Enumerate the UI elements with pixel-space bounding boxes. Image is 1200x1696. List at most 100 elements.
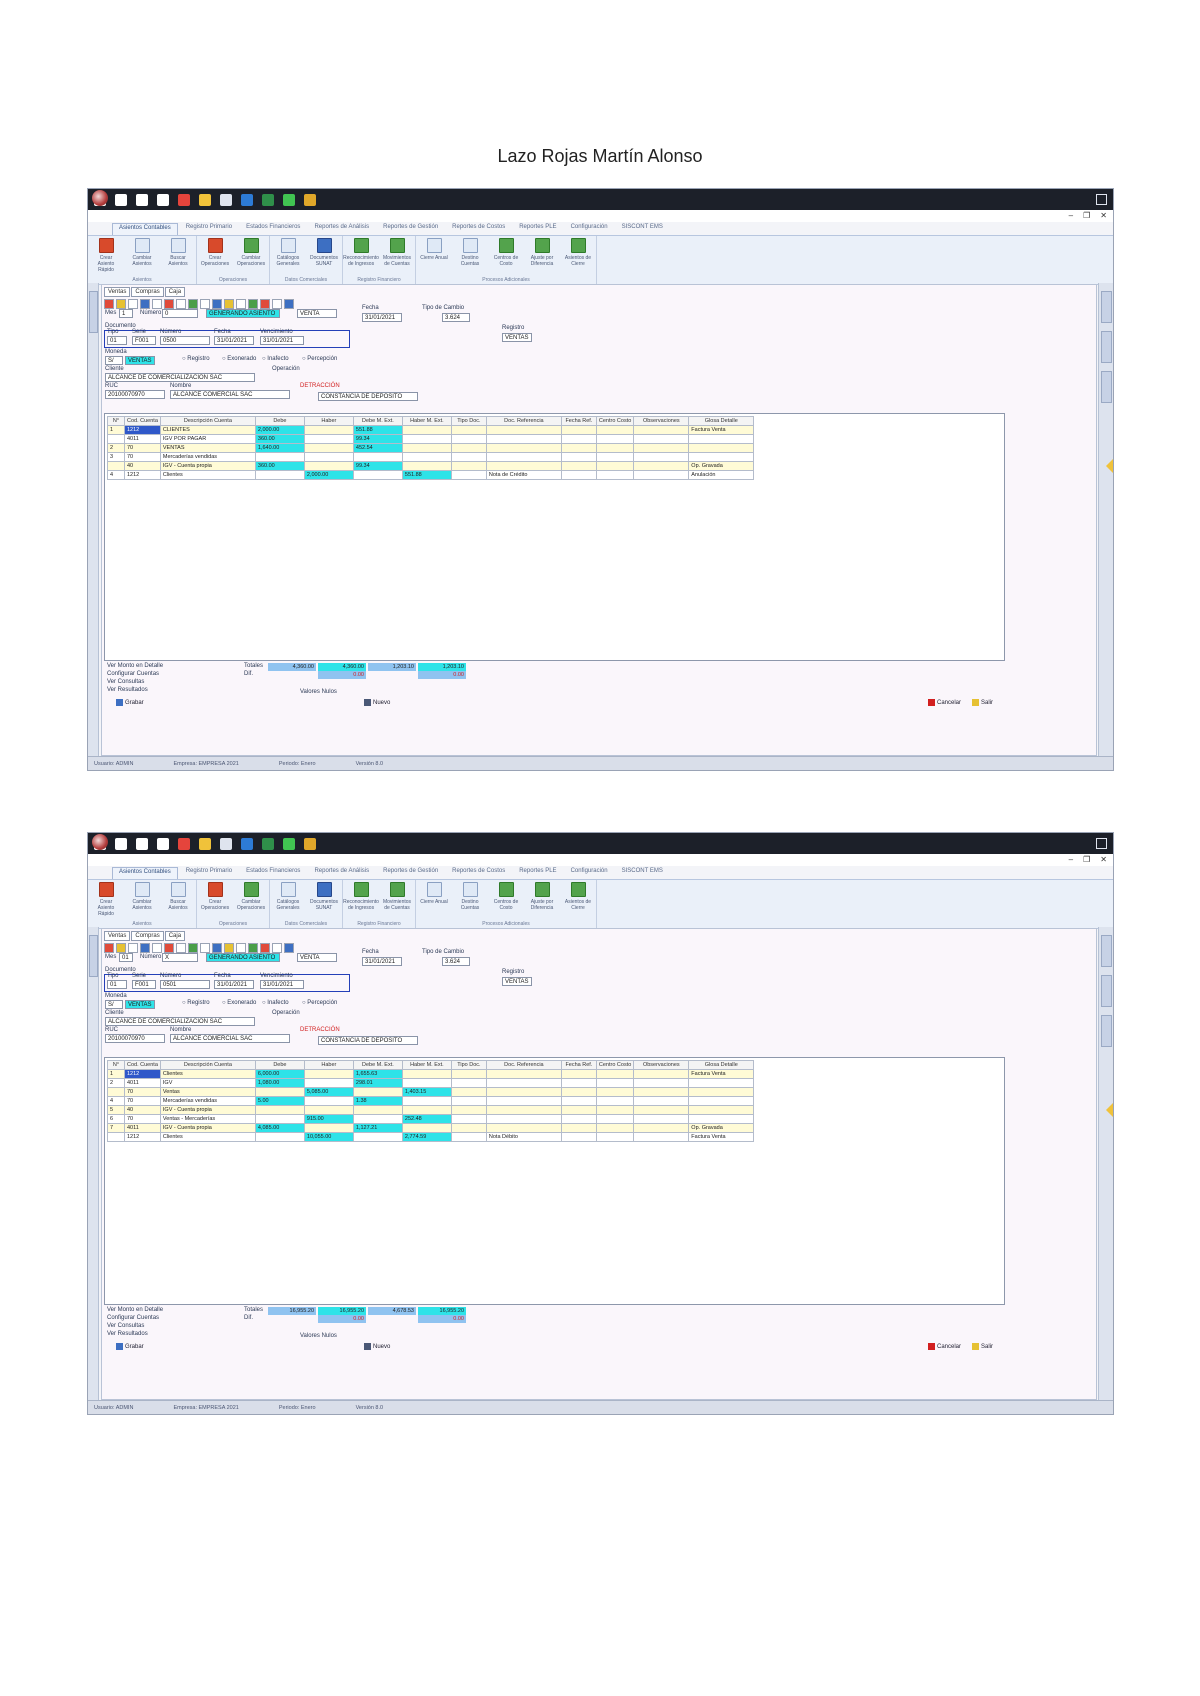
option-radio[interactable]: ○ Inafecto bbox=[262, 1000, 289, 1006]
doc-tab[interactable]: Caja bbox=[164, 931, 186, 941]
cortana-icon[interactable] bbox=[136, 193, 148, 206]
close-icon[interactable]: ✕ bbox=[1100, 855, 1107, 864]
right-sidebar-tab[interactable] bbox=[1101, 1015, 1112, 1047]
toolbar-button-icon[interactable] bbox=[140, 943, 150, 953]
status-field[interactable]: GENERANDO ASIENTO bbox=[206, 309, 280, 318]
tipo-cambio-field[interactable]: 3.624 bbox=[442, 957, 470, 966]
option-radio[interactable]: ○ Exonerado bbox=[222, 1000, 256, 1006]
right-sidebar-tab[interactable] bbox=[1101, 331, 1112, 363]
tab-4[interactable]: Reportes de Gestión bbox=[377, 867, 444, 879]
mes-field[interactable]: 01 bbox=[119, 953, 133, 962]
column-header[interactable]: Debe bbox=[254, 1060, 305, 1070]
bottom-option[interactable]: Ver Consultas bbox=[107, 679, 144, 685]
right-sidebar-tab[interactable] bbox=[1101, 291, 1112, 323]
column-header[interactable]: Observaciones bbox=[633, 416, 690, 426]
toolbar-button-icon[interactable] bbox=[212, 299, 222, 309]
nombre-field[interactable]: ALCANCE COMERCIAL SAC bbox=[170, 390, 290, 399]
chrome-icon[interactable] bbox=[178, 837, 190, 850]
salir-button[interactable]: Salir bbox=[972, 699, 993, 706]
tab-0[interactable]: Asientos Contables bbox=[112, 867, 178, 879]
toolbar-button-icon[interactable] bbox=[212, 943, 222, 953]
toolbar-button-icon[interactable] bbox=[104, 943, 114, 953]
column-header[interactable]: Haber bbox=[303, 1060, 354, 1070]
close-icon[interactable]: ✕ bbox=[1100, 211, 1107, 220]
column-header[interactable]: Haber bbox=[303, 416, 354, 426]
glosa-field[interactable]: VENTA bbox=[297, 953, 337, 962]
task-view-icon[interactable] bbox=[157, 837, 169, 850]
chrome-icon[interactable] bbox=[178, 193, 190, 206]
numero-field[interactable]: X bbox=[162, 953, 198, 962]
doc-tab[interactable]: Compras bbox=[131, 287, 164, 297]
excel-icon[interactable] bbox=[262, 837, 274, 850]
toolbar-button-icon[interactable] bbox=[272, 299, 282, 309]
outlook-icon[interactable] bbox=[241, 193, 253, 206]
option-radio[interactable]: ○ Inafecto bbox=[262, 356, 289, 362]
column-header[interactable]: Debe M. Ext. bbox=[352, 1060, 403, 1070]
numero-doc-field[interactable]: 0500 bbox=[160, 336, 210, 345]
whatsapp-icon[interactable] bbox=[283, 837, 295, 850]
toolbar-button-icon[interactable] bbox=[284, 943, 294, 953]
tab-0[interactable]: Asientos Contables bbox=[112, 223, 178, 235]
numero-doc-field[interactable]: 0501 bbox=[160, 980, 210, 989]
bottom-option[interactable]: Ver Consultas bbox=[107, 1323, 144, 1329]
numero-field[interactable]: 0 bbox=[162, 309, 198, 318]
registro-field[interactable]: VENTAS bbox=[502, 333, 532, 342]
toolbar-button-icon[interactable] bbox=[224, 299, 234, 309]
glosa-field[interactable]: VENTA bbox=[297, 309, 337, 318]
column-header[interactable]: Debe M. Ext. bbox=[352, 416, 403, 426]
toolbar-button-icon[interactable] bbox=[152, 299, 162, 309]
table-row[interactable]: 7 4011 IGV - Cuenta propia 4,085.00 1,127.21… bbox=[107, 1123, 755, 1133]
file-explorer-icon[interactable] bbox=[199, 193, 211, 206]
bottom-option[interactable]: Ver Monto en Detalle bbox=[107, 663, 163, 669]
scroll-arrow-icon[interactable] bbox=[1106, 459, 1113, 473]
tab-6[interactable]: Reportes PLE bbox=[513, 867, 562, 879]
excel-icon[interactable] bbox=[262, 193, 274, 206]
registro-cyan-field[interactable]: VENTAS bbox=[125, 356, 155, 365]
cortana-icon[interactable] bbox=[136, 837, 148, 850]
table-row[interactable]: 4011 IGV POR PAGAR 360.00 99.34 bbox=[107, 434, 755, 444]
tab-7[interactable]: Configuración bbox=[565, 223, 614, 235]
option-radio[interactable]: ○ Percepción bbox=[302, 1000, 337, 1006]
mes-field[interactable]: 1 bbox=[119, 309, 133, 318]
ruc-field[interactable]: 20100070970 bbox=[105, 390, 165, 399]
bottom-option[interactable]: Configurar Cuentas bbox=[107, 671, 159, 677]
table-row[interactable]: 5 40 IGV - Cuenta propia bbox=[107, 1105, 755, 1115]
toolbar-button-icon[interactable] bbox=[248, 299, 258, 309]
salir-button[interactable]: Salir bbox=[972, 1343, 993, 1350]
tab-2[interactable]: Estados Financieros bbox=[240, 867, 306, 879]
vencimiento-field[interactable]: 31/01/2021 bbox=[260, 980, 304, 989]
toolbar-button-icon[interactable] bbox=[248, 943, 258, 953]
app-icon[interactable] bbox=[304, 193, 316, 206]
cancelar-button[interactable]: Cancelar bbox=[928, 1343, 961, 1350]
minimize-icon[interactable]: – bbox=[1069, 211, 1073, 220]
toolbar-button-icon[interactable] bbox=[236, 299, 246, 309]
vencimiento-field[interactable]: 31/01/2021 bbox=[260, 336, 304, 345]
detraccion-field[interactable]: CONSTANCIA DE DEPÓSITO bbox=[318, 392, 418, 401]
bottom-option[interactable]: Ver Resultados bbox=[107, 1331, 148, 1337]
doc-tab[interactable]: Compras bbox=[131, 931, 164, 941]
cancelar-button[interactable]: Cancelar bbox=[928, 699, 961, 706]
toolbar-button-icon[interactable] bbox=[236, 943, 246, 953]
toolbar-button-icon[interactable] bbox=[200, 299, 210, 309]
table-row[interactable]: 2 4011 IGV 1,080.00 298.01 bbox=[107, 1078, 755, 1088]
toolbar-button-icon[interactable] bbox=[272, 943, 282, 953]
ruc-field[interactable]: 20100070970 bbox=[105, 1034, 165, 1043]
bottom-option[interactable]: Ver Monto en Detalle bbox=[107, 1307, 163, 1313]
table-row[interactable]: 40 IGV - Cuenta propia 360.00 99.34 Op. Grav… bbox=[107, 461, 755, 471]
fecha-doc-field[interactable]: 31/01/2021 bbox=[214, 336, 254, 345]
cliente-field[interactable]: ALCANCE DE COMERCIALIZACIÓN SAC bbox=[105, 373, 255, 382]
toolbar-button-icon[interactable] bbox=[104, 299, 114, 309]
right-sidebar-tab[interactable] bbox=[1101, 371, 1112, 403]
toolbar-button-icon[interactable] bbox=[260, 299, 270, 309]
column-header[interactable]: Fecha Ref. bbox=[560, 1060, 597, 1070]
column-header[interactable]: Glosa Detalle bbox=[688, 416, 755, 426]
moneda-field[interactable]: S/ bbox=[105, 356, 123, 365]
toolbar-button-icon[interactable] bbox=[164, 299, 174, 309]
right-sidebar-tab[interactable] bbox=[1101, 975, 1112, 1007]
notification-icon[interactable] bbox=[1096, 838, 1107, 849]
nombre-field[interactable]: ALCANCE COMERCIAL SAC bbox=[170, 1034, 290, 1043]
detraccion-field[interactable]: CONSTANCIA DE DEPÓSITO bbox=[318, 1036, 418, 1045]
doc-tab[interactable]: Ventas bbox=[104, 931, 131, 941]
column-header[interactable]: Doc. Referencia bbox=[485, 416, 562, 426]
toolbar-button-icon[interactable] bbox=[128, 943, 138, 953]
